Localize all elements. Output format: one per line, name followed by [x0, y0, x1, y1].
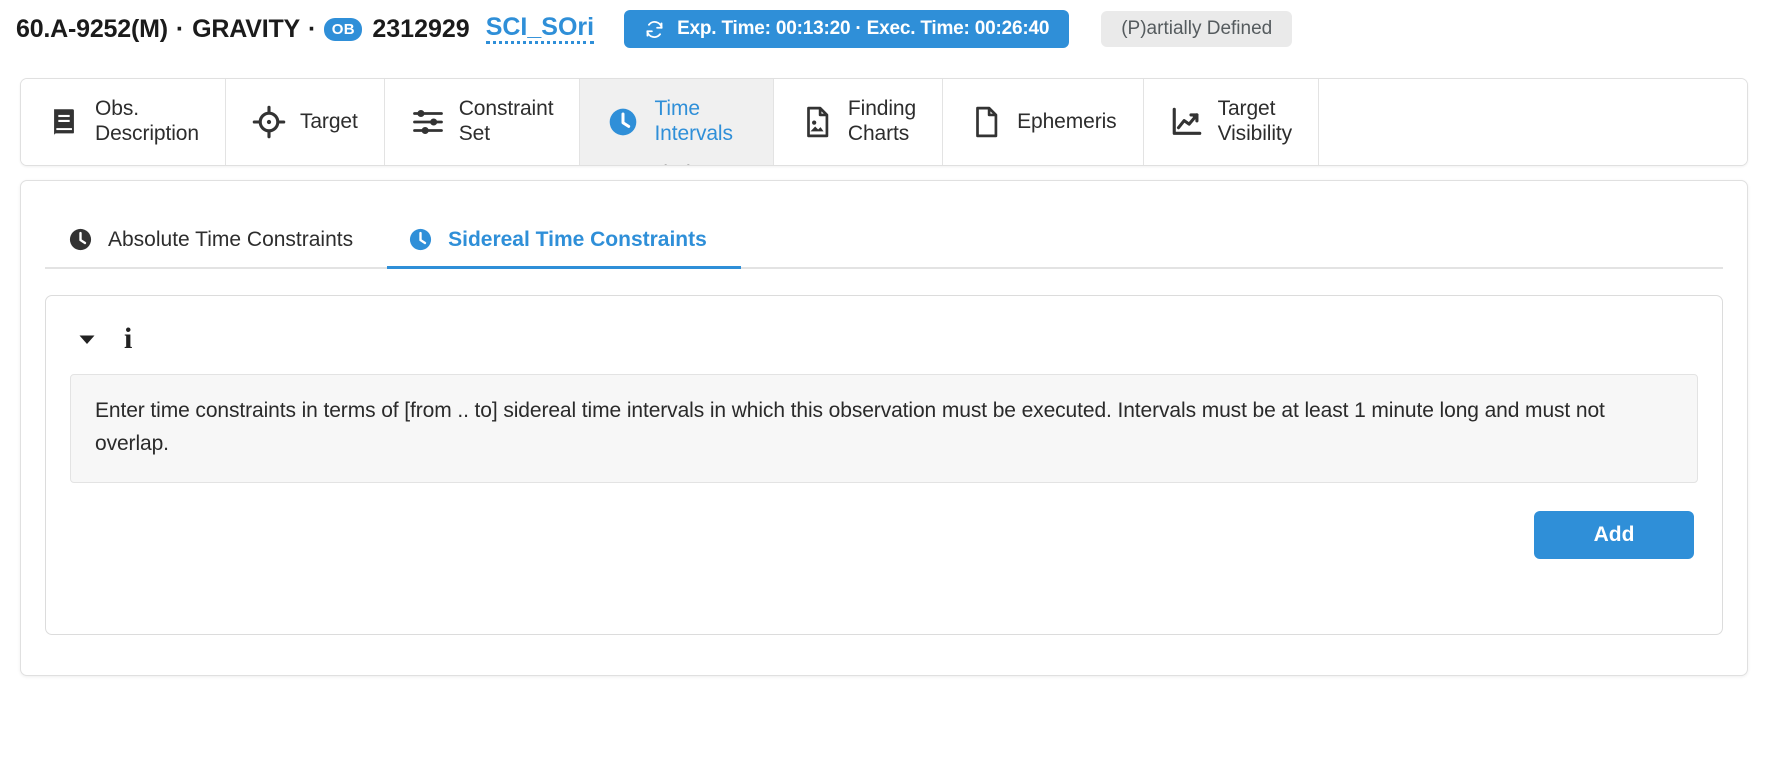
- tab-constraint-set[interactable]: Constraint Set: [384, 79, 581, 165]
- tab-time-intervals[interactable]: Time Intervals: [580, 79, 774, 165]
- tab-label-ephemeris: Ephemeris: [1017, 109, 1117, 133]
- instrument-name: GRAVITY: [192, 14, 301, 43]
- tab-label-constraint-set: Constraint Set: [458, 97, 554, 145]
- subtab-label-sidereal: Sidereal Time Constraints: [448, 227, 707, 251]
- time-intervals-card: Absolute Time Constraints Sidereal Time …: [20, 180, 1748, 676]
- tab-obs-description[interactable]: Obs. Description: [21, 79, 226, 165]
- main-tabbar-wrapper: Obs. Description Target Constraint Set T…: [0, 52, 1768, 166]
- tab-target[interactable]: Target: [225, 79, 385, 165]
- subtab-sidereal-time-constraints[interactable]: Sidereal Time Constraints: [387, 226, 741, 269]
- panel-header: i: [70, 318, 1698, 360]
- clock-icon: [407, 226, 434, 253]
- tab-target-visibility[interactable]: Target Visibility: [1143, 79, 1320, 165]
- tab-ephemeris[interactable]: Ephemeris: [943, 79, 1144, 165]
- time-constraints-subtabs: Absolute Time Constraints Sidereal Time …: [45, 207, 1723, 269]
- file-image-icon: [800, 105, 834, 139]
- clock-icon: [67, 226, 94, 253]
- page-root: 60.A-9252(M) · GRAVITY · OB 2312929 SCI_…: [0, 0, 1768, 778]
- content-card-wrapper: Absolute Time Constraints Sidereal Time …: [0, 166, 1768, 676]
- status-badge: (P)artially Defined: [1101, 11, 1293, 47]
- tab-label-target-visibility: Target Visibility: [1217, 97, 1293, 145]
- book-icon: [47, 105, 81, 139]
- tab-label-target: Target: [299, 109, 358, 133]
- crosshairs-icon: [252, 105, 286, 139]
- info-message-box: Enter time constraints in terms of [from…: [70, 374, 1698, 484]
- file-icon: [969, 105, 1003, 139]
- clock-icon: [606, 105, 640, 139]
- chart-line-up-icon: [1170, 105, 1204, 139]
- ob-number: 2312929: [372, 14, 470, 43]
- sidereal-constraints-panel: i Enter time constraints in terms of [fr…: [45, 295, 1723, 635]
- caret-down-icon[interactable]: [76, 328, 98, 350]
- exposure-time-badge: Exp. Time: 00:13:20 · Exec. Time: 00:26:…: [624, 10, 1070, 48]
- tabbar-filler: [1319, 79, 1747, 165]
- subtab-absolute-time-constraints[interactable]: Absolute Time Constraints: [47, 226, 387, 267]
- sliders-icon: [411, 105, 445, 139]
- main-tabbar: Obs. Description Target Constraint Set T…: [20, 78, 1748, 166]
- panel-actions: Add: [70, 511, 1698, 560]
- program-id: 60.A-9252(M): [16, 14, 168, 43]
- target-name-link[interactable]: SCI_SOri: [485, 14, 595, 45]
- sync-icon: [644, 19, 665, 40]
- tab-label-obs-description: Obs. Description: [95, 97, 199, 145]
- ob-badge: OB: [324, 17, 363, 41]
- subtab-label-absolute: Absolute Time Constraints: [108, 227, 354, 251]
- add-button[interactable]: Add: [1534, 511, 1694, 560]
- page-header: 60.A-9252(M) · GRAVITY · OB 2312929 SCI_…: [0, 0, 1768, 52]
- exposure-time-text: Exp. Time: 00:13:20 · Exec. Time: 00:26:…: [677, 18, 1050, 39]
- tab-label-time-intervals: Time Intervals: [654, 97, 733, 145]
- info-icon[interactable]: i: [124, 324, 132, 354]
- tab-finding-charts[interactable]: Finding Charts: [773, 79, 944, 165]
- tab-label-finding-charts: Finding Charts: [847, 97, 917, 145]
- info-message-text: Enter time constraints in terms of [from…: [95, 399, 1605, 455]
- header-separator-1: ·: [175, 14, 185, 43]
- header-separator-2: ·: [308, 14, 317, 43]
